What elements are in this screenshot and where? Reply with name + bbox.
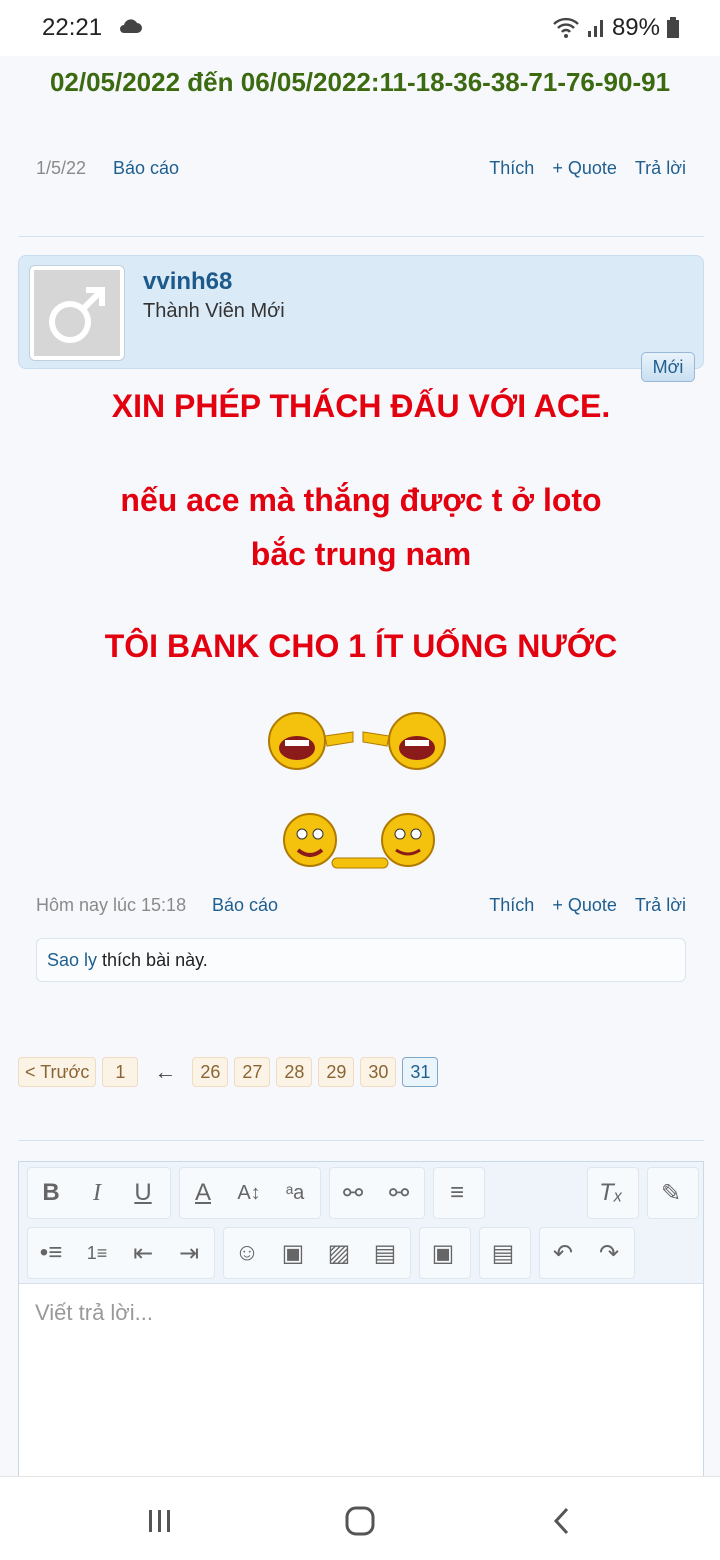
like-link[interactable]: Thích	[489, 895, 534, 916]
reply-input[interactable]: Viết trả lời...	[35, 1300, 153, 1326]
thread-page: 02/05/2022 đến 06/05/2022:11-18-36-38-71…	[0, 56, 720, 1491]
page-button[interactable]: 28	[276, 1057, 313, 1087]
insert-group: ☺ ▣ ▨ ▤	[223, 1227, 411, 1279]
insert-block-icon[interactable]: ▤	[362, 1227, 408, 1279]
pagination: < Trước 1 ← 26 27 28 29 30 31	[18, 1056, 439, 1088]
link-icon[interactable]: ⚯	[330, 1167, 376, 1219]
text-style-group: B I U	[27, 1167, 171, 1219]
likes-text: thích bài này.	[97, 950, 208, 970]
post-line-2: nếu ace mà thắng được t ở loto	[120, 482, 602, 518]
editor-divider	[18, 1140, 704, 1141]
post-date: 1/5/22	[36, 158, 87, 178]
male-icon	[34, 270, 120, 356]
battery-percent: 89%	[611, 14, 660, 41]
avatar[interactable]	[29, 265, 125, 361]
page-button[interactable]: 29	[318, 1057, 355, 1087]
reply-link[interactable]: Trả lời	[635, 895, 686, 916]
laughing-pointing-emoji-icon	[268, 712, 446, 770]
emoji-row-2	[0, 808, 720, 878]
clear-formatting-icon[interactable]: Tₓ	[588, 1167, 634, 1219]
outdent-icon[interactable]: ⇤	[120, 1227, 166, 1279]
reply-link[interactable]: Trả lời	[635, 158, 686, 179]
handshake-emoji-icon	[283, 813, 435, 869]
unlink-icon[interactable]: ⚯	[376, 1167, 422, 1219]
indent-icon[interactable]: ⇥	[166, 1227, 212, 1279]
redo-icon[interactable]: ↷	[586, 1227, 632, 1279]
align-group: ≡	[433, 1167, 485, 1219]
prev-page-button[interactable]: < Trước	[18, 1057, 97, 1087]
undo-icon[interactable]: ↶	[540, 1227, 586, 1279]
post-actions: Thích + Quote Trả lời	[489, 895, 686, 916]
report-link[interactable]: Báo cáo	[113, 158, 179, 179]
font-family-icon[interactable]: ᵃa	[272, 1167, 318, 1219]
battery-icon	[667, 17, 679, 38]
smilie-icon[interactable]: ☺	[224, 1227, 270, 1279]
list-group: •≡ 1≡ ⇤ ⇥	[27, 1227, 215, 1279]
font-group: A A↕ ᵃa	[179, 1167, 321, 1219]
save-group: ▤	[479, 1227, 531, 1279]
clear-format-group: Tₓ	[587, 1167, 639, 1219]
align-left-icon[interactable]: ≡	[434, 1167, 480, 1219]
likes-summary: Sao ly thích bài này.	[36, 938, 686, 982]
attach-group: ▣	[419, 1227, 471, 1279]
underline-icon[interactable]: U	[120, 1167, 166, 1219]
skip-arrow-icon: ←	[154, 1059, 177, 1084]
signal-icon	[587, 20, 603, 37]
report-link[interactable]: Báo cáo	[212, 895, 278, 916]
liker-link[interactable]: Sao ly	[47, 950, 97, 970]
post-meta: Hôm nay lúc 15:18 Báo cáo Thích + Quote …	[36, 895, 686, 925]
post-divider	[18, 236, 704, 237]
quote-link[interactable]: + Quote	[552, 158, 617, 179]
page-button[interactable]: 30	[360, 1057, 397, 1087]
status-time: 22:21	[42, 14, 103, 41]
numbered-list-icon[interactable]: 1≡	[74, 1227, 120, 1279]
bullet-list-icon[interactable]: •≡	[28, 1227, 74, 1279]
page-1-button[interactable]: 1	[102, 1057, 139, 1087]
save-draft-icon[interactable]: ▤	[480, 1227, 526, 1279]
camera-icon[interactable]: ▣	[420, 1227, 466, 1279]
recents-icon[interactable]	[140, 1501, 180, 1541]
system-nav-bar	[0, 1476, 720, 1560]
page-button[interactable]: 26	[192, 1057, 229, 1087]
previous-post-numbers: 02/05/2022 đến 06/05/2022:11-18-36-38-71…	[49, 67, 671, 97]
reply-editor: B I U A A↕ ᵃa ⚯ ⚯ ≡ Tₓ ✎ •≡ 1≡ ⇤ ⇥ ☺ ▣ ▨…	[18, 1161, 704, 1491]
media-icon[interactable]: ▨	[316, 1227, 362, 1279]
quote-link[interactable]: + Quote	[552, 895, 617, 916]
status-right: 89%	[552, 14, 680, 42]
history-group: ↶ ↷	[539, 1227, 635, 1279]
emoji-row-1	[0, 706, 720, 776]
status-bar: 22:21 89%	[0, 0, 720, 56]
post-line-1: XIN PHÉP THÁCH ĐẤU VỚI ACE.	[111, 388, 611, 424]
previous-post-meta: 1/5/22 Báo cáo Thích + Quote Trả lời	[36, 158, 686, 188]
post-line-3: bắc trung nam	[250, 536, 472, 572]
source-group: ✎	[647, 1167, 699, 1219]
back-icon[interactable]	[542, 1501, 582, 1541]
toggle-source-icon[interactable]: ✎	[648, 1167, 694, 1219]
italic-icon[interactable]: I	[74, 1167, 120, 1219]
post-date: Hôm nay lúc 15:18	[36, 895, 187, 915]
image-icon[interactable]: ▣	[270, 1227, 316, 1279]
font-size-icon[interactable]: A↕	[226, 1167, 272, 1219]
cloud-icon	[120, 19, 142, 33]
font-color-icon[interactable]: A	[180, 1167, 226, 1219]
post-line-4: TÔI BANK CHO 1 ÍT UỐNG NƯỚC	[104, 628, 618, 664]
username[interactable]: vvinh68	[143, 268, 232, 296]
link-group: ⚯ ⚯	[329, 1167, 425, 1219]
post-actions: Thích + Quote Trả lời	[489, 158, 686, 179]
home-icon[interactable]	[340, 1501, 380, 1541]
wifi-icon	[553, 17, 579, 38]
page-button[interactable]: 27	[234, 1057, 271, 1087]
current-page-button[interactable]: 31	[402, 1057, 439, 1087]
user-card: vvinh68 Thành Viên Mới Mới	[18, 255, 704, 382]
like-link[interactable]: Thích	[489, 158, 534, 179]
editor-toolbar: B I U A A↕ ᵃa ⚯ ⚯ ≡ Tₓ ✎ •≡ 1≡ ⇤ ⇥ ☺ ▣ ▨…	[19, 1162, 703, 1284]
bold-icon[interactable]: B	[28, 1167, 74, 1219]
user-title: Thành Viên Mới	[143, 300, 285, 322]
